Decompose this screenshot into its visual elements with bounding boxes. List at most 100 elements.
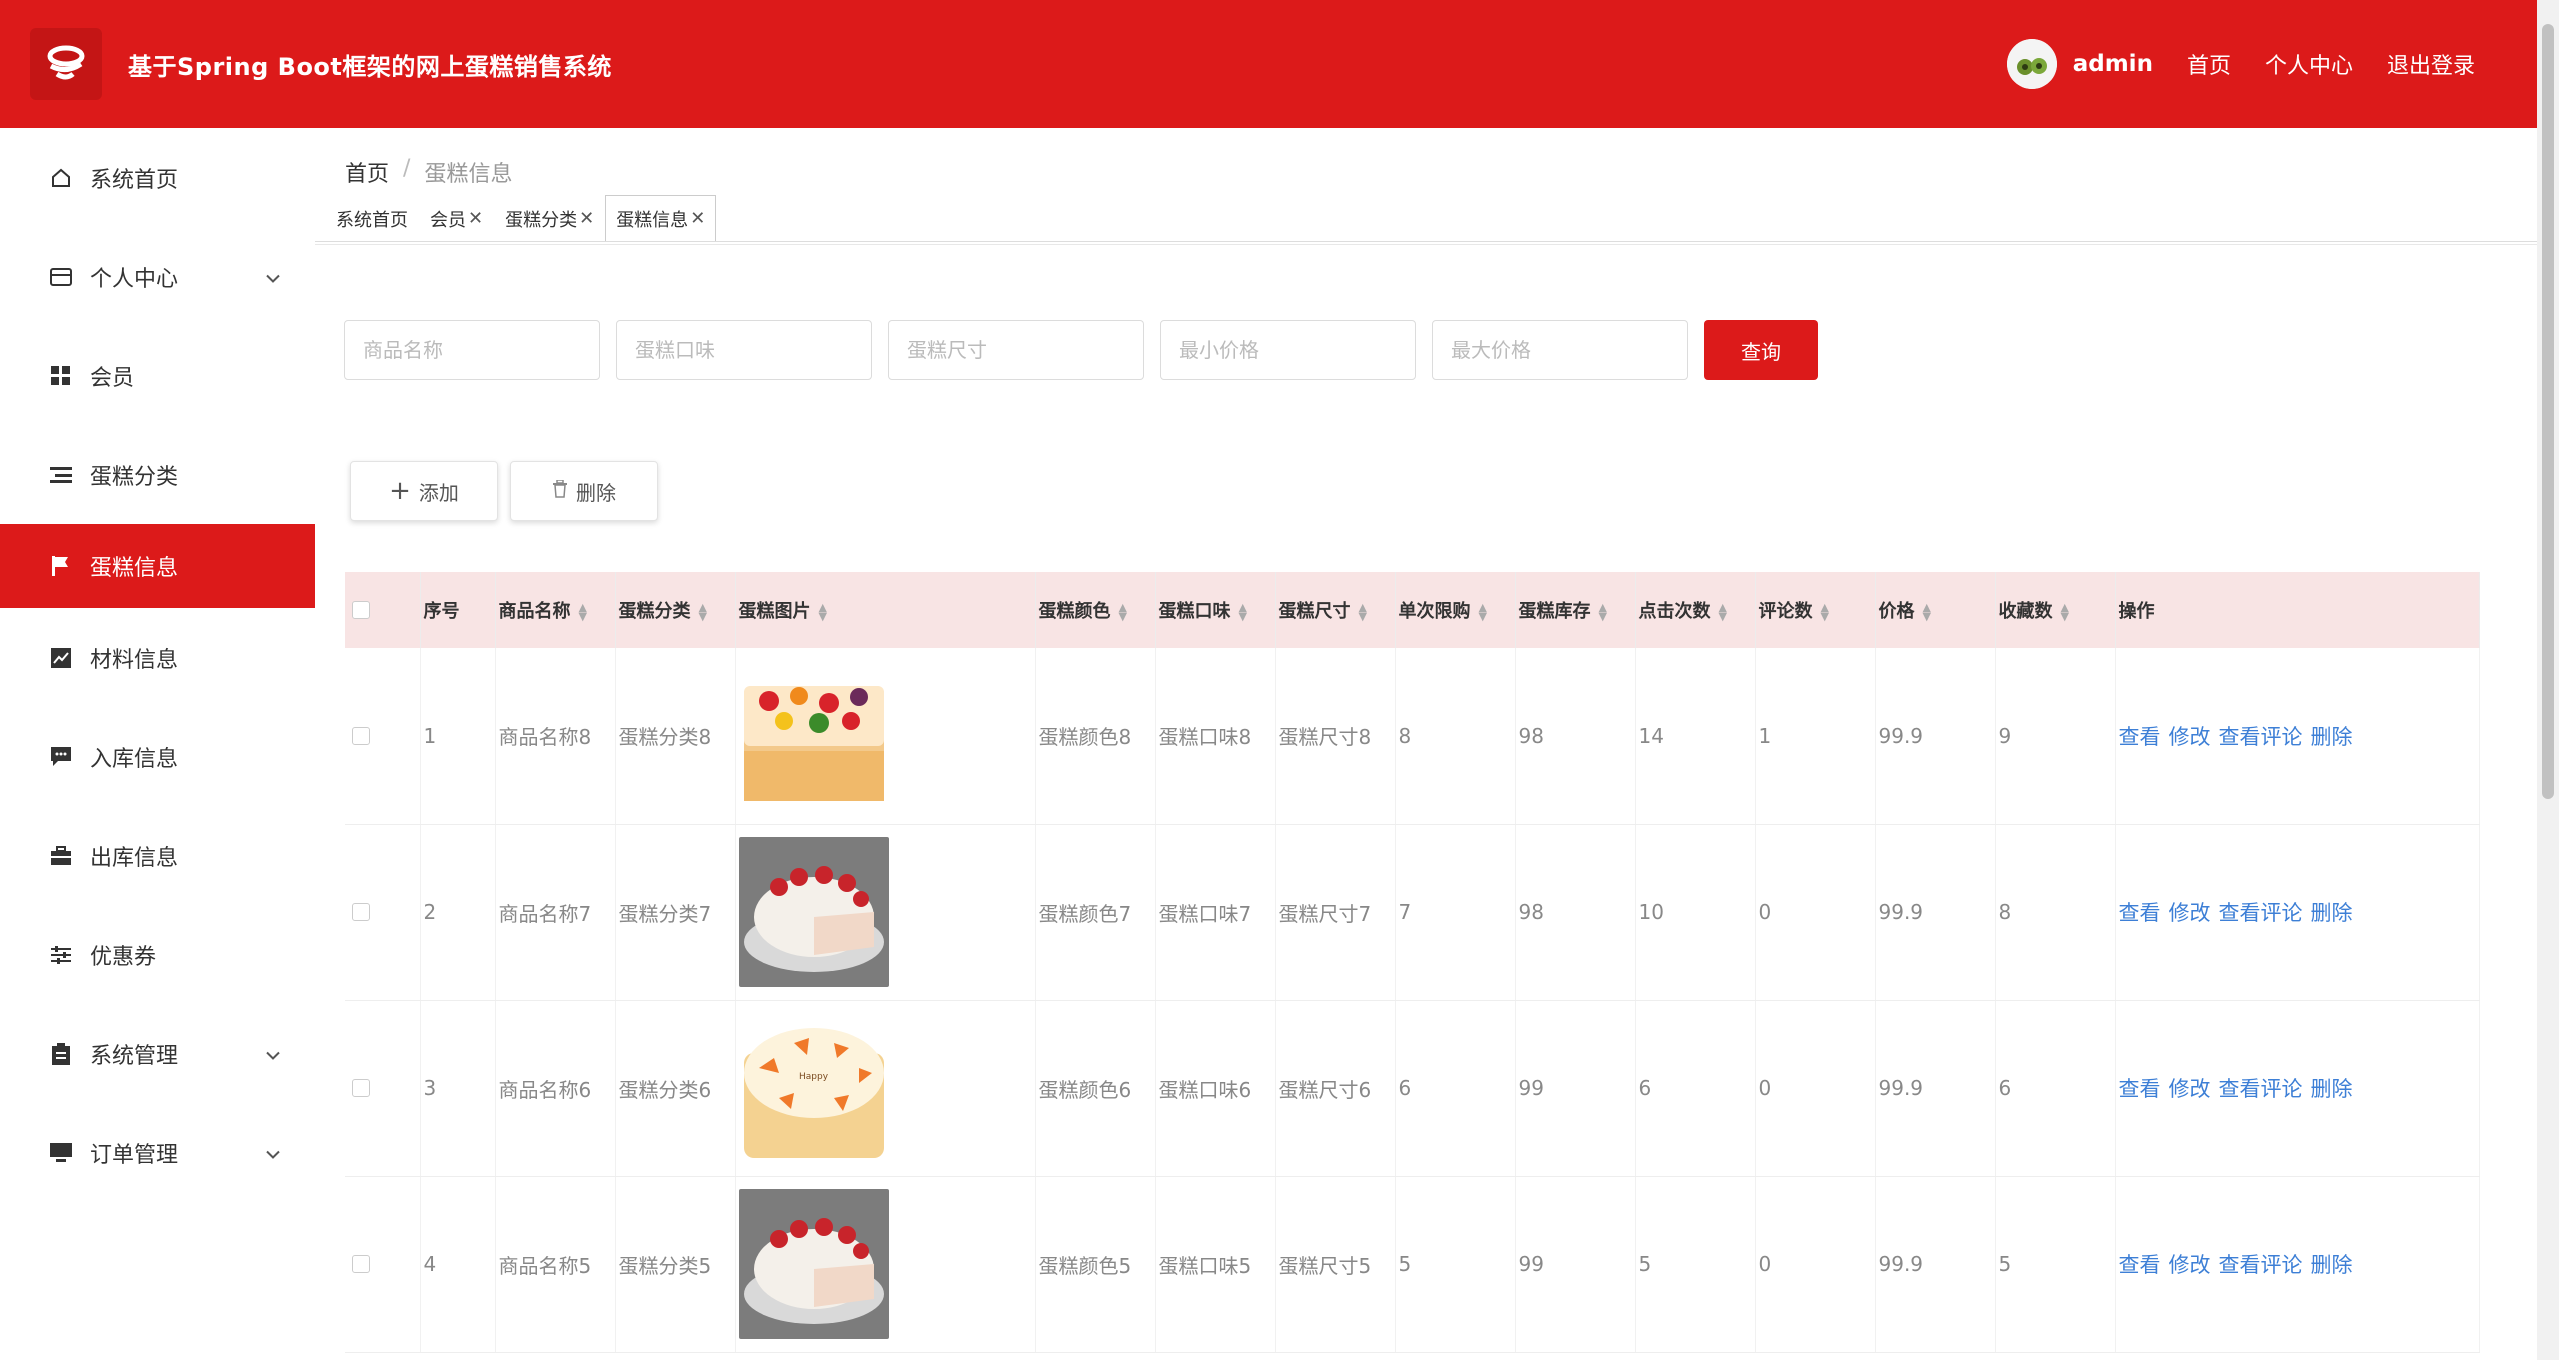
col-header[interactable]: 蛋糕图片 ▲ ▼: [735, 572, 1036, 648]
row-checkbox[interactable]: [352, 903, 370, 921]
view-link[interactable]: 查看: [2119, 725, 2161, 749]
sidebar: 系统首页 个人中心 会员 蛋糕分类 蛋糕信息 材料信息 入库信息 出库信息 优惠…: [0, 128, 315, 1360]
cake-image[interactable]: [738, 1189, 1035, 1339]
sidebar-item-coupons[interactable]: 优惠券: [0, 905, 315, 1004]
tab-cake-info[interactable]: 蛋糕信息 ✕: [605, 195, 717, 241]
query-button[interactable]: 查询: [1704, 320, 1818, 380]
sidebar-item-orders[interactable]: 订单管理: [0, 1103, 315, 1202]
app-logo: [30, 28, 102, 100]
sidebar-item-home[interactable]: 系统首页: [0, 128, 315, 227]
nav-home-link[interactable]: 首页: [2187, 48, 2231, 80]
sidebar-item-label: 出库信息: [90, 845, 179, 871]
cake-image[interactable]: [738, 837, 1035, 987]
view-comments-link[interactable]: 查看评论: [2219, 901, 2303, 925]
delete-link[interactable]: 删除: [2311, 1077, 2353, 1101]
add-button[interactable]: + 添加: [350, 461, 498, 521]
sort-icon[interactable]: ▲ ▼: [1599, 602, 1607, 622]
row-index: 3: [420, 1000, 496, 1177]
sort-icon[interactable]: ▲ ▼: [819, 602, 827, 622]
cake-size-input[interactable]: [888, 320, 1144, 380]
user-avatar[interactable]: [2006, 39, 2057, 89]
edit-link[interactable]: 修改: [2169, 1253, 2211, 1277]
max-price-input[interactable]: [1432, 320, 1688, 380]
col-header: 序号: [420, 572, 496, 648]
row-checkbox[interactable]: [352, 726, 370, 745]
edit-link[interactable]: 修改: [2169, 901, 2211, 925]
col-header[interactable]: 蛋糕分类 ▲ ▼: [615, 572, 736, 648]
product-name-input[interactable]: [344, 320, 600, 380]
sliders-icon: [48, 942, 74, 968]
edit-link[interactable]: 修改: [2169, 1077, 2211, 1101]
close-icon[interactable]: ✕: [579, 208, 594, 229]
tab-system-home[interactable]: 系统首页: [325, 195, 419, 241]
cake-image[interactable]: Happy: [738, 1013, 1035, 1163]
col-header[interactable]: 蛋糕尺寸 ▲ ▼: [1275, 572, 1396, 648]
sidebar-item-system[interactable]: 系统管理: [0, 1004, 315, 1103]
col-header[interactable]: 蛋糕库存 ▲ ▼: [1515, 572, 1636, 648]
table-header-row: 序号 商品名称 ▲ ▼ 蛋糕分类 ▲ ▼ 蛋糕图片 ▲ ▼ 蛋糕颜色 ▲ ▼ 蛋糕口味 ▲ ▼ 蛋糕…: [345, 572, 2480, 648]
view-comments-link[interactable]: 查看评论: [2219, 1253, 2303, 1277]
row-checkbox[interactable]: [352, 1079, 370, 1097]
view-link[interactable]: 查看: [2119, 1253, 2161, 1277]
col-header[interactable]: 点击次数 ▲ ▼: [1635, 572, 1756, 648]
sort-icon[interactable]: ▲ ▼: [1719, 602, 1727, 622]
logout-link[interactable]: 退出登录: [2387, 48, 2475, 80]
sort-icon[interactable]: ▲ ▼: [579, 602, 587, 622]
col-header[interactable]: 单次限购 ▲ ▼: [1395, 572, 1516, 648]
edit-link[interactable]: 修改: [2169, 725, 2211, 749]
breadcrumb: 首页 / 蛋糕信息: [345, 156, 512, 188]
sidebar-item-profile[interactable]: 个人中心: [0, 227, 315, 326]
cake-color: 蛋糕颜色5: [1035, 1176, 1156, 1353]
delete-link[interactable]: 删除: [2311, 725, 2353, 749]
sort-icon[interactable]: ▲ ▼: [2061, 602, 2069, 622]
view-comments-link[interactable]: 查看评论: [2219, 725, 2303, 749]
sort-icon[interactable]: ▲ ▼: [1119, 602, 1127, 622]
col-header[interactable]: 收藏数 ▲ ▼: [1995, 572, 2116, 648]
close-icon[interactable]: ✕: [690, 208, 705, 229]
sidebar-item-stock-in[interactable]: 入库信息: [0, 707, 315, 806]
tab-members[interactable]: 会员 ✕: [419, 195, 494, 241]
view-comments-link[interactable]: 查看评论: [2219, 1077, 2303, 1101]
sidebar-item-materials[interactable]: 材料信息: [0, 608, 315, 707]
cake-taste-input[interactable]: [616, 320, 872, 380]
sort-icon[interactable]: ▲ ▼: [1359, 602, 1367, 622]
delete-link[interactable]: 删除: [2311, 1253, 2353, 1277]
page-scrollbar[interactable]: [2537, 0, 2559, 1360]
view-link[interactable]: 查看: [2119, 901, 2161, 925]
tab-cake-category[interactable]: 蛋糕分类 ✕: [494, 195, 605, 241]
scrollbar-thumb[interactable]: [2542, 24, 2554, 799]
add-label: 添加: [418, 480, 459, 505]
sort-icon[interactable]: ▲ ▼: [1821, 602, 1829, 622]
close-icon[interactable]: ✕: [468, 208, 483, 229]
col-header[interactable]: 价格 ▲ ▼: [1875, 572, 1996, 648]
breadcrumb-separator: /: [403, 156, 411, 181]
min-price-input[interactable]: [1160, 320, 1416, 380]
cake-image[interactable]: [738, 660, 1035, 811]
select-all-checkbox[interactable]: [352, 601, 370, 619]
chart-icon: [48, 645, 74, 671]
sort-icon[interactable]: ▲ ▼: [1479, 602, 1487, 622]
sort-icon[interactable]: ▲ ▼: [699, 602, 707, 622]
ops-cell: 查看 修改 查看评论 删除: [2115, 1000, 2480, 1177]
sidebar-item-cake-info[interactable]: 蛋糕信息: [0, 524, 315, 608]
sidebar-item-stock-out[interactable]: 出库信息: [0, 806, 315, 905]
col-header[interactable]: 评论数 ▲ ▼: [1755, 572, 1876, 648]
row-checkbox[interactable]: [352, 1255, 370, 1273]
ops-cell: 查看 修改 查看评论 删除: [2115, 824, 2480, 1001]
col-label: 点击次数: [1638, 601, 1711, 622]
col-header[interactable]: 蛋糕颜色 ▲ ▼: [1035, 572, 1156, 648]
col-header[interactable]: 商品名称 ▲ ▼: [495, 572, 616, 648]
sidebar-item-cake-category[interactable]: 蛋糕分类: [0, 425, 315, 524]
delete-link[interactable]: 删除: [2311, 901, 2353, 925]
sidebar-item-members[interactable]: 会员: [0, 326, 315, 425]
delete-label: 删除: [576, 480, 616, 505]
sort-icon[interactable]: ▲ ▼: [1239, 602, 1247, 622]
briefcase-icon: [48, 843, 74, 869]
nav-profile-link[interactable]: 个人中心: [2265, 48, 2353, 80]
table-row: 2 商品名称7 蛋糕分类7 蛋糕颜色7 蛋糕口味7 蛋糕尺寸7 7 98 10 0 99.9 8 查看…: [345, 824, 2480, 1001]
view-link[interactable]: 查看: [2119, 1077, 2161, 1101]
delete-button[interactable]: 删除: [510, 461, 658, 521]
col-header[interactable]: 蛋糕口味 ▲ ▼: [1155, 572, 1276, 648]
breadcrumb-home[interactable]: 首页: [345, 156, 389, 188]
sort-icon[interactable]: ▲ ▼: [1923, 602, 1931, 622]
